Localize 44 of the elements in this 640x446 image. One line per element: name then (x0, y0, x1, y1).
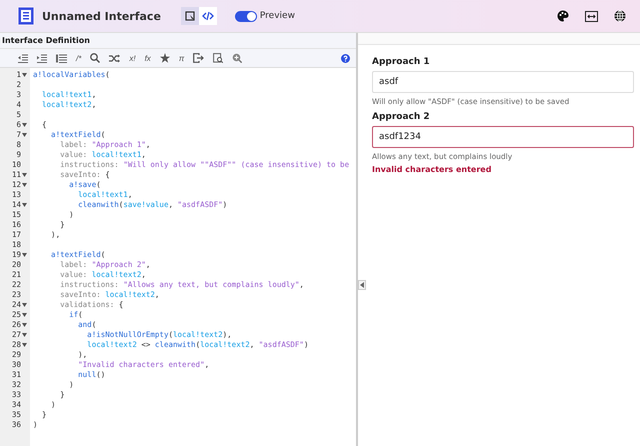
fold-icon[interactable] (22, 183, 27, 187)
design-mode-button[interactable] (180, 7, 199, 25)
fold-icon[interactable] (22, 303, 27, 307)
code-icon (202, 11, 214, 21)
fold-icon[interactable] (22, 323, 27, 327)
validation-message: Invalid characters entered (372, 165, 492, 174)
width-icon[interactable] (585, 10, 598, 22)
text-field[interactable]: asdf1234 (372, 126, 634, 148)
fold-icon[interactable] (22, 343, 27, 347)
indent-icon[interactable] (37, 54, 47, 62)
toolbar-button[interactable]: π (178, 54, 184, 62)
code-mode-button[interactable] (198, 7, 217, 25)
collapse-button[interactable] (358, 280, 366, 290)
cursor-box-icon (184, 11, 195, 21)
palette-icon[interactable] (557, 10, 569, 22)
zoom-icon[interactable] (232, 53, 242, 63)
preview-label: Preview (260, 11, 295, 21)
star-icon[interactable] (160, 53, 170, 63)
fold-icon[interactable] (22, 73, 27, 77)
field-label: Approach 2 (372, 112, 431, 122)
toolbar-button[interactable]: /* (76, 54, 82, 62)
interface-logo-icon (18, 7, 34, 25)
interface-title: Unnamed Interface (42, 10, 161, 22)
outdent-icon[interactable] (18, 54, 28, 62)
panel-title: Interface Definition (0, 33, 356, 49)
fold-icon[interactable] (22, 203, 27, 207)
toolbar-button[interactable]: x! (129, 54, 136, 62)
fold-icon[interactable] (22, 333, 27, 337)
toolbar-button[interactable]: fx (144, 54, 151, 62)
list-icon[interactable] (56, 54, 67, 62)
fold-icon[interactable] (22, 313, 27, 317)
preview-toggle[interactable] (234, 10, 257, 22)
shuffle-icon[interactable] (109, 54, 120, 62)
document-search-icon[interactable] (213, 53, 224, 63)
globe-icon[interactable] (614, 10, 626, 22)
text-field[interactable]: asdf (372, 71, 634, 93)
fold-icon[interactable] (22, 173, 27, 177)
field-label: Approach 1 (372, 57, 431, 67)
search-icon[interactable] (90, 53, 100, 63)
exit-icon[interactable] (193, 53, 204, 63)
fold-icon[interactable] (22, 133, 27, 137)
fold-icon[interactable] (22, 253, 27, 257)
help-icon[interactable] (341, 54, 350, 62)
fold-icon[interactable] (22, 123, 27, 127)
